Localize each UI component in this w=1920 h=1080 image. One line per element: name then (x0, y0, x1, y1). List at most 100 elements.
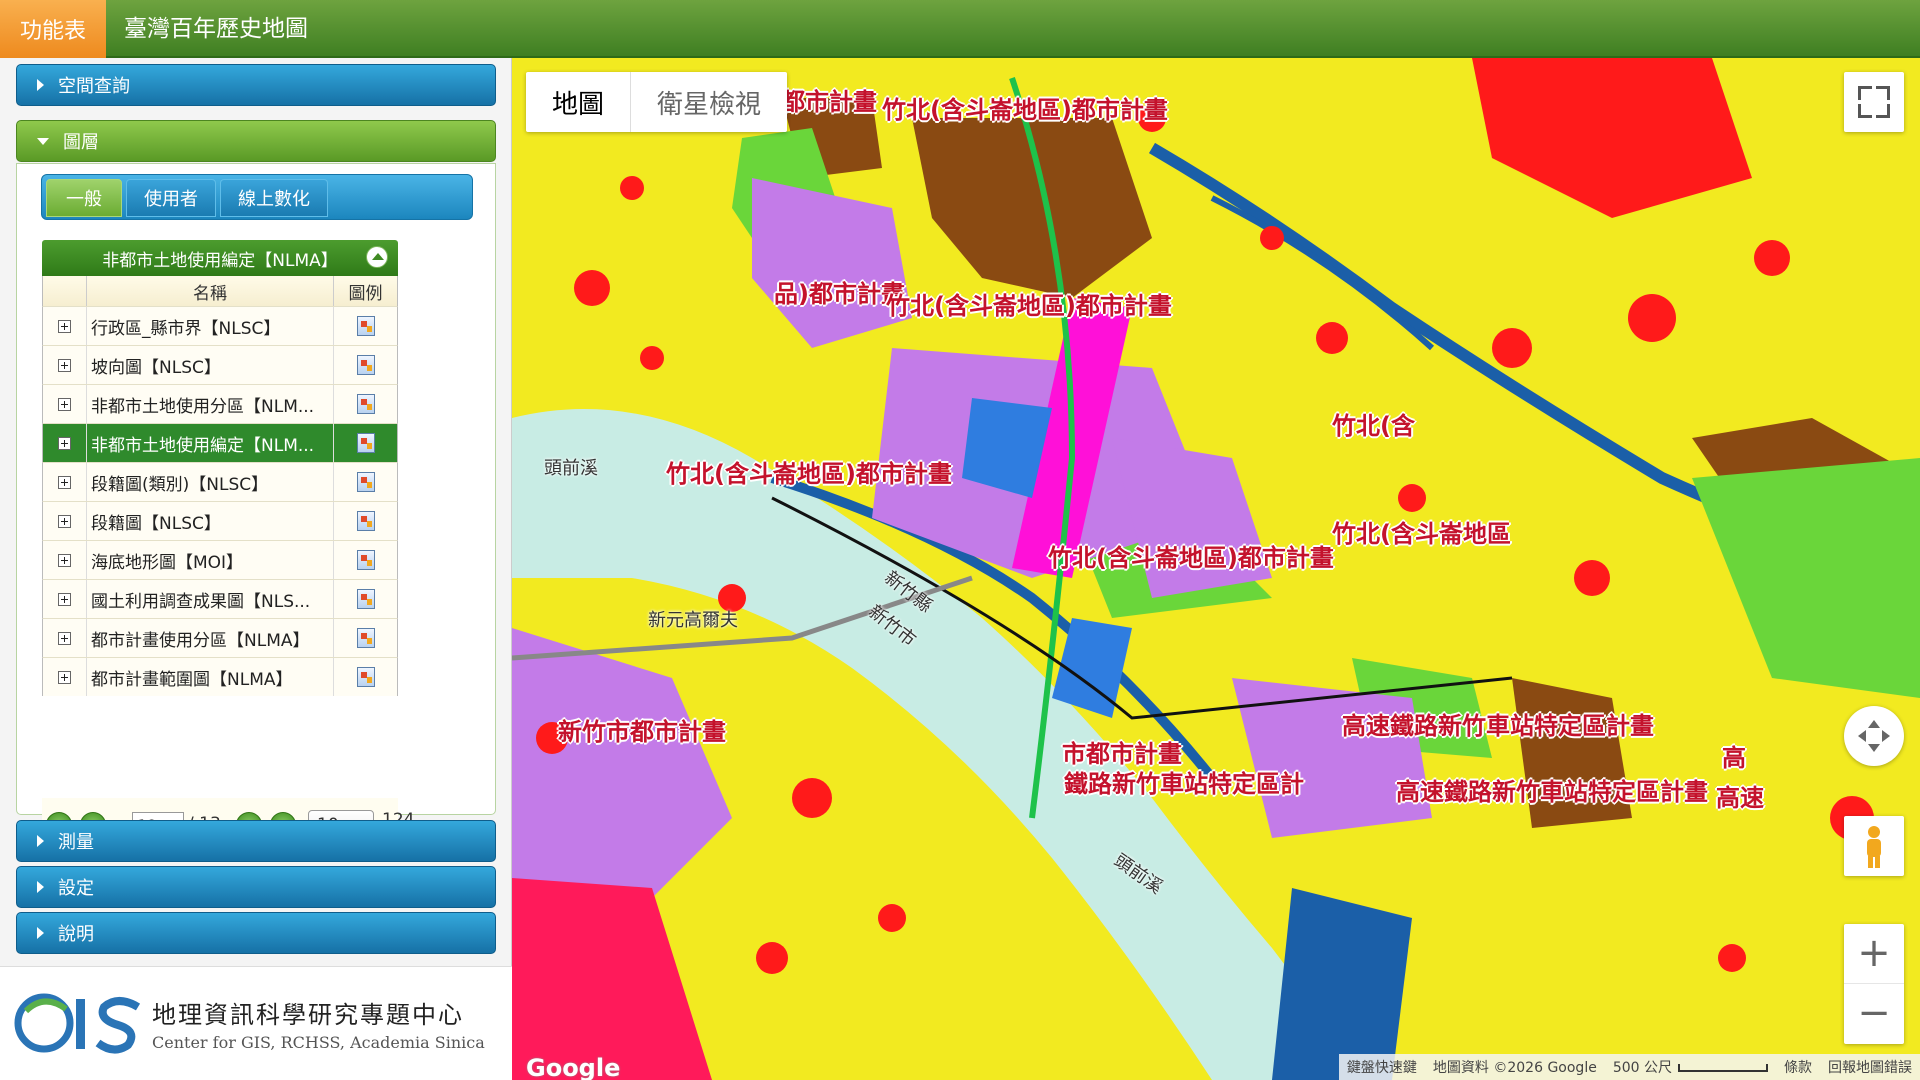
legend-cell[interactable] (334, 541, 397, 579)
camera-control-icon[interactable] (1844, 706, 1904, 766)
scale-label[interactable]: 500 公尺 (1605, 1057, 1776, 1077)
legend-cell[interactable] (334, 463, 397, 501)
layer-row[interactable]: 段籍圖【NLSC】 (42, 501, 398, 540)
layer-row[interactable]: 國土利用調查成果圖【NLS... (42, 579, 398, 618)
expand-arrow-icon (37, 79, 44, 91)
plan-label: 新竹市都市計畫 (558, 718, 726, 746)
row-expand-cell[interactable] (43, 385, 87, 423)
keyboard-shortcuts-link[interactable]: 鍵盤快速鍵 (1339, 1057, 1425, 1077)
plan-label: 高速鐵路新竹車站特定區計畫 (1342, 712, 1654, 740)
plan-label: 竹北(含斗崙地區)都市計畫 (1048, 544, 1334, 572)
accordion-layers[interactable]: 圖層 (16, 120, 496, 162)
expand-plus-icon[interactable] (58, 631, 71, 645)
layer-row[interactable]: 海底地形圖【MOI】 (42, 540, 398, 579)
layer-name: 行政區_縣市界【NLSC】 (87, 307, 334, 345)
logo-chinese-name: 地理資訊科學研究專題中心 (152, 1001, 464, 1029)
legend-icon[interactable] (356, 589, 375, 609)
plan-label: 竹北(含 (1332, 412, 1415, 440)
layer-name: 段籍圖【NLSC】 (87, 502, 334, 540)
row-expand-cell[interactable] (43, 658, 87, 696)
tab-online-digitize[interactable]: 線上數化 (220, 179, 328, 217)
legend-cell[interactable] (334, 580, 397, 618)
row-expand-cell[interactable] (43, 541, 87, 579)
header-expand-col (43, 276, 87, 306)
tab-user[interactable]: 使用者 (126, 179, 216, 217)
collapse-icon[interactable] (366, 246, 388, 268)
zoom-out-icon[interactable]: − (1844, 984, 1904, 1044)
map-canvas[interactable]: )都市計畫 竹北(含斗崙地區)都市計畫 品)都市計畫 竹北(含斗崙地區)都市計畫… (512, 58, 1920, 1080)
expand-plus-icon[interactable] (58, 475, 71, 489)
accordion-settings[interactable]: 設定 (16, 866, 496, 908)
legend-cell[interactable] (334, 619, 397, 657)
accordion-help[interactable]: 說明 (16, 912, 496, 954)
pegman-icon[interactable] (1844, 816, 1904, 876)
layer-row[interactable]: 坡向圖【NLSC】 (42, 345, 398, 384)
expand-plus-icon[interactable] (58, 592, 71, 606)
expand-arrow-icon (37, 881, 44, 893)
row-expand-cell[interactable] (43, 307, 87, 345)
gis-logo-icon (14, 993, 141, 1054)
row-expand-cell[interactable] (43, 580, 87, 618)
header-legend: 圖例 (348, 283, 383, 304)
plan-label: 竹北(含斗崙地區)都市計畫 (666, 460, 952, 488)
zoom-control: + − (1844, 924, 1904, 1044)
row-expand-cell[interactable] (43, 346, 87, 384)
row-expand-cell[interactable] (43, 424, 87, 462)
legend-cell[interactable] (334, 385, 397, 423)
tab-general[interactable]: 一般 (46, 179, 122, 217)
layer-row[interactable]: 都市計畫使用分區【NLMA】 (42, 618, 398, 657)
report-error-link[interactable]: 回報地圖錯誤 (1820, 1057, 1920, 1077)
row-expand-cell[interactable] (43, 502, 87, 540)
legend-icon[interactable] (356, 355, 375, 375)
logo-english-name: Center for GIS, RCHSS, Academia Sinica (152, 1033, 485, 1052)
layer-row[interactable]: 非都市土地使用分區【NLM... (42, 384, 398, 423)
sidebar: 空間查詢 圖層 一般 使用者 線上數化 非都市土地使用編定【NLMA】 名稱 圖… (0, 58, 512, 1080)
map-type-satellite-button[interactable]: 衛星檢視 (631, 72, 787, 132)
layer-row[interactable]: 行政區_縣市界【NLSC】 (42, 306, 398, 345)
gis-center-logo: 地理資訊科學研究專題中心 Center for GIS, RCHSS, Acad… (0, 966, 512, 1080)
legend-icon[interactable] (356, 628, 375, 648)
plan-label: 竹北(含斗崙地區)都市計畫 (882, 96, 1168, 124)
plan-label: 鐵路新竹車站特定區計 (1064, 770, 1304, 798)
accordion-measure[interactable]: 測量 (16, 820, 496, 862)
legend-icon[interactable] (356, 394, 375, 414)
legend-icon[interactable] (356, 511, 375, 531)
expand-plus-icon[interactable] (58, 514, 71, 528)
legend-icon[interactable] (356, 472, 375, 492)
legend-cell[interactable] (334, 346, 397, 384)
layer-name: 國土利用調查成果圖【NLS... (87, 580, 334, 618)
plan-label: 竹北(含斗崙地區)都市計畫 (886, 292, 1172, 320)
legend-icon[interactable] (356, 667, 375, 687)
expand-plus-icon[interactable] (58, 358, 71, 372)
fullscreen-icon[interactable] (1844, 72, 1904, 132)
plan-label: 高 (1722, 744, 1746, 772)
expand-plus-icon[interactable] (58, 319, 71, 333)
place-label: 新元高爾夫 (648, 610, 738, 631)
legend-icon[interactable] (356, 433, 375, 453)
header-name: 名稱 (87, 276, 334, 306)
legend-icon[interactable] (356, 316, 375, 336)
top-bar: 功能表 臺灣百年歷史地圖 (0, 0, 1920, 58)
legend-icon[interactable] (356, 550, 375, 570)
terms-link[interactable]: 條款 (1776, 1057, 1820, 1077)
zoom-in-icon[interactable]: + (1844, 924, 1904, 984)
plan-label: 竹北(含斗崙地區 (1332, 520, 1511, 548)
expand-plus-icon[interactable] (58, 553, 71, 567)
menu-button[interactable]: 功能表 (0, 0, 106, 58)
legend-cell[interactable] (334, 424, 397, 462)
expand-plus-icon[interactable] (58, 436, 71, 450)
grid-title-text: 非都市土地使用編定【NLMA】 (102, 250, 338, 271)
legend-cell[interactable] (334, 658, 397, 696)
layer-row[interactable]: 段籍圖(類別)【NLSC】 (42, 462, 398, 501)
layer-row[interactable]: 非都市土地使用編定【NLM... (42, 423, 398, 462)
expand-plus-icon[interactable] (58, 397, 71, 411)
legend-cell[interactable] (334, 307, 397, 345)
map-type-map-button[interactable]: 地圖 (526, 72, 632, 132)
row-expand-cell[interactable] (43, 463, 87, 501)
layer-row[interactable]: 都市計畫範圍圖【NLMA】 (42, 657, 398, 696)
expand-plus-icon[interactable] (58, 670, 71, 684)
row-expand-cell[interactable] (43, 619, 87, 657)
accordion-spatial-query[interactable]: 空間查詢 (16, 64, 496, 106)
legend-cell[interactable] (334, 502, 397, 540)
app-title: 臺灣百年歷史地圖 (124, 16, 308, 42)
